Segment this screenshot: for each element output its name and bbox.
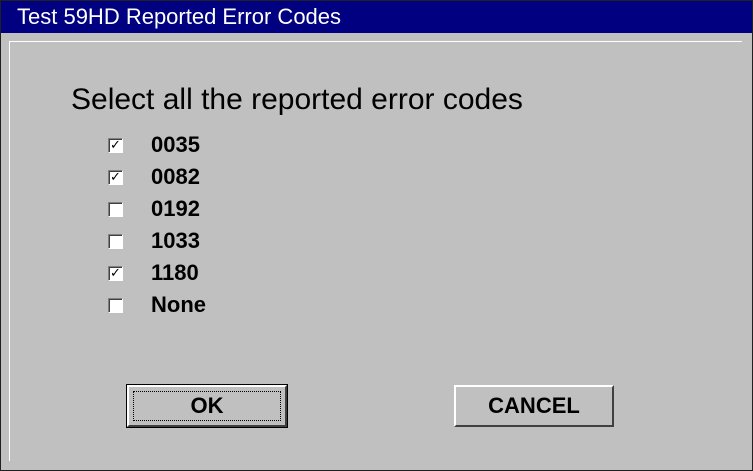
- option-label-1180: 1180: [151, 260, 199, 285]
- checkbox-none[interactable]: [108, 297, 123, 313]
- option-label-0035: 0035: [151, 132, 200, 157]
- option-label-0192: 0192: [151, 196, 200, 221]
- option-1180[interactable]: ✓ 1180: [108, 257, 199, 289]
- option-none[interactable]: None: [108, 289, 206, 321]
- window-title: Test 59HD Reported Error Codes: [1, 1, 752, 33]
- cancel-button[interactable]: CANCEL: [454, 385, 614, 427]
- checkbox-0082[interactable]: ✓: [108, 169, 123, 185]
- dialog-window: Test 59HD Reported Error Codes Select al…: [0, 0, 753, 471]
- prompt-text: Select all the reported error codes: [71, 83, 523, 116]
- checkbox-0035[interactable]: ✓: [108, 137, 123, 153]
- checkbox-0192[interactable]: [108, 201, 123, 217]
- focus-rectangle: [133, 391, 281, 421]
- option-1033[interactable]: 1033: [108, 225, 200, 257]
- option-0192[interactable]: 0192: [108, 193, 200, 225]
- option-label-1033: 1033: [151, 228, 200, 253]
- checkbox-1033[interactable]: [108, 233, 123, 249]
- option-label-none: None: [151, 292, 206, 317]
- option-0082[interactable]: ✓ 0082: [108, 161, 200, 193]
- cancel-button-label: CANCEL: [488, 393, 580, 418]
- checkbox-1180[interactable]: ✓: [108, 265, 123, 281]
- option-0035[interactable]: ✓ 0035: [108, 129, 200, 161]
- ok-button[interactable]: OK: [126, 384, 288, 428]
- option-label-0082: 0082: [151, 164, 200, 189]
